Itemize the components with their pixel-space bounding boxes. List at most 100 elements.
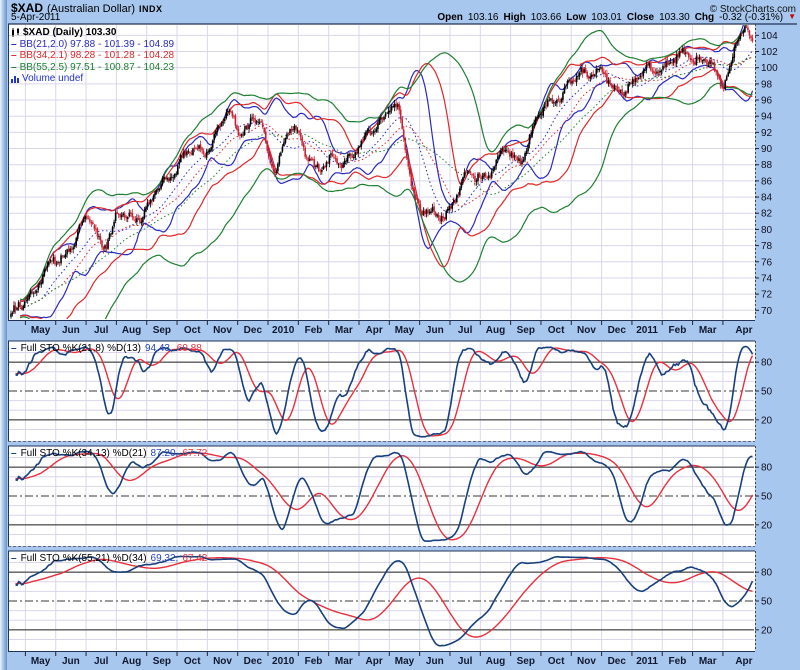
month-label: Apr: [366, 656, 383, 667]
y-axis-label: 88: [761, 160, 773, 171]
y-axis-label: 50: [761, 597, 773, 608]
close-label: Close: [627, 12, 654, 23]
main-y-axis: 707274767880828486889092949698100102104: [755, 31, 778, 317]
month-label: Oct: [184, 325, 201, 336]
sto-panel-1: 80 50 20: [8, 341, 773, 442]
y-axis-label: 102: [761, 47, 778, 58]
y-axis-label: 80: [761, 463, 773, 474]
y-axis-label: 20: [761, 520, 773, 531]
sto3-d-value: 67.42: [182, 553, 207, 565]
month-label: Dec: [608, 325, 627, 336]
month-label: Nov: [577, 325, 596, 336]
y-axis-label: 84: [761, 193, 773, 204]
month-label: May: [395, 656, 415, 667]
month-label: Aug: [486, 325, 505, 336]
month-label: Aug: [122, 656, 141, 667]
month-label: Oct: [548, 656, 565, 667]
month-label: 2011: [636, 656, 658, 667]
y-axis-label: 90: [761, 144, 773, 155]
sto2-d-value: 67.72: [182, 448, 207, 460]
month-label: Nov: [213, 656, 232, 667]
dropdown-triangle-icon[interactable]: ▼: [788, 12, 796, 21]
y-axis-label: 76: [761, 257, 773, 268]
bb-legend-34: – BB(34,2.1) 98.28 - 101.28 - 104.28: [11, 50, 174, 62]
sto1-d-value: 69.88: [177, 343, 202, 355]
sto-k-line-swatch: –: [11, 553, 17, 565]
y-axis-label: 98: [761, 79, 773, 90]
y-axis-label: 86: [761, 176, 773, 187]
month-label: May: [31, 325, 51, 336]
month-axis: MayJunJulAugSepOctNovDec2010FebMarAprMay…: [25, 652, 752, 668]
sto3-legend: – Full STO %K(55,21) %D(34) 69.32, 67.42: [11, 553, 207, 565]
month-label: Feb: [669, 656, 687, 667]
month-label: Jun: [62, 656, 80, 667]
month-label: 2010: [272, 656, 295, 667]
chart-date: 5-Apr-2011: [11, 12, 60, 23]
open-value: 103.16: [468, 12, 499, 23]
bb21-line-swatch: –: [11, 39, 17, 51]
month-label: Mar: [699, 656, 717, 667]
y-axis-label: 50: [761, 387, 773, 398]
y-axis-label: 92: [761, 128, 773, 139]
y-axis-label: 104: [761, 31, 778, 42]
month-label: Nov: [577, 656, 596, 667]
month-label: Sep: [517, 325, 535, 336]
month-label: May: [395, 325, 415, 336]
month-label: Jul: [94, 325, 109, 336]
volume-label: Volume undef: [22, 73, 83, 85]
open-label: Open: [437, 12, 463, 23]
sto-panel-2: 80 50 20: [8, 446, 773, 547]
volume-icon: [11, 75, 20, 83]
month-label: Feb: [305, 325, 323, 336]
month-label: Apr: [366, 325, 383, 336]
month-label: Nov: [213, 325, 232, 336]
month-label: Apr: [735, 325, 752, 336]
month-label: Dec: [244, 656, 263, 667]
high-value: 103.66: [531, 12, 562, 23]
month-label: Feb: [305, 656, 323, 667]
sto1-legend-label: Full STO %K(21,8) %D(13): [21, 343, 141, 355]
sto1-k-value: 94.43,: [145, 343, 173, 355]
month-label: Jun: [426, 656, 444, 667]
sto-panel-3: 805020: [8, 551, 773, 652]
main-chart-legend: $XAD (Daily) 103.30 – BB(21,2.0) 97.88 -…: [11, 27, 174, 85]
chart-canvas: 707274767880828486889092949698100102104M…: [0, 0, 800, 670]
month-label: 2010: [272, 325, 295, 336]
chg-label: Chg: [695, 12, 714, 23]
sto3-legend-label: Full STO %K(55,21) %D(34): [21, 553, 147, 565]
quote-row: 5-Apr-2011 Open 103.16 High 103.66 Low 1…: [11, 12, 796, 23]
sto1-legend: – Full STO %K(21,8) %D(13) 94.43, 69.88: [11, 343, 202, 355]
volume-legend: Volume undef: [11, 73, 174, 85]
month-label: Jun: [426, 325, 444, 336]
month-label: Oct: [184, 656, 201, 667]
month-label: Mar: [335, 325, 353, 336]
month-label: Mar: [335, 656, 353, 667]
y-axis-label: 72: [761, 290, 773, 301]
y-axis-label: 50: [761, 492, 773, 503]
y-axis-label: 78: [761, 241, 773, 252]
y-axis-label: 96: [761, 96, 773, 107]
chg-value: -0.32 (-0.31%): [719, 12, 783, 23]
bb-legend-21: – BB(21,2.0) 97.88 - 101.39 - 104.89: [11, 39, 174, 51]
low-label: Low: [566, 12, 586, 23]
month-label: Jul: [458, 325, 473, 336]
month-axis: May Jun Jul Aug Sep Oct Nov Dec 2010 Feb Mar Apr May…: [25, 321, 752, 337]
y-axis-label: 74: [761, 273, 773, 284]
month-label: Dec: [608, 656, 627, 667]
y-axis-label: 70: [761, 306, 773, 317]
price-legend-title: $XAD (Daily) 103.30: [23, 27, 116, 39]
high-label: High: [503, 12, 525, 23]
month-label: Mar: [699, 325, 717, 336]
y-axis-label: 94: [761, 112, 773, 123]
month-label: Sep: [517, 656, 535, 667]
bb34-line-swatch: –: [11, 50, 17, 62]
y-axis-label: 20: [761, 625, 773, 636]
sto2-k-value: 87.20,: [151, 448, 179, 460]
month-label: Oct: [548, 325, 565, 336]
sto-k-line-swatch: –: [11, 448, 17, 460]
month-label: Sep: [153, 325, 171, 336]
y-axis-label: 80: [761, 358, 773, 369]
bb55-line-swatch: –: [11, 62, 17, 74]
y-axis-label: 20: [761, 415, 773, 426]
month-label: Jun: [62, 325, 80, 336]
